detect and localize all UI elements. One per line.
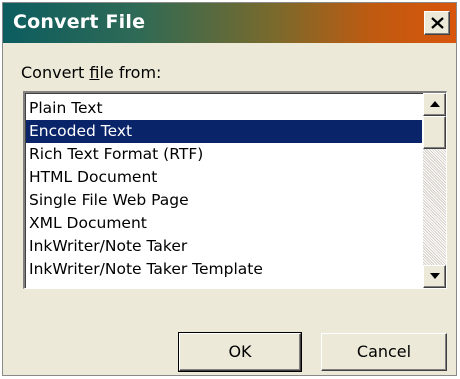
scroll-up-button[interactable] bbox=[423, 93, 446, 116]
list-item-selected[interactable]: Encoded Text bbox=[26, 120, 422, 143]
file-format-listbox[interactable]: Plain Text Encoded Text Rich Text Format (… bbox=[23, 91, 447, 289]
scroll-down-button[interactable] bbox=[423, 265, 446, 288]
convert-file-dialog: Convert File Convert file from: Plain Te… bbox=[2, 2, 457, 376]
arrow-up-icon bbox=[430, 101, 440, 107]
convert-from-label: Convert file from: bbox=[21, 63, 161, 82]
label-suffix: ile from: bbox=[99, 63, 162, 82]
list-item[interactable]: InkWriter/Note Taker Template bbox=[26, 258, 422, 281]
arrow-down-icon bbox=[430, 273, 440, 279]
cancel-button[interactable]: Cancel bbox=[321, 333, 447, 371]
list-item[interactable]: Rich Text Format (RTF) bbox=[26, 143, 422, 166]
ok-button[interactable]: OK bbox=[179, 333, 301, 371]
close-button[interactable] bbox=[424, 11, 450, 35]
vertical-scrollbar[interactable] bbox=[423, 93, 446, 288]
list-item[interactable]: InkWriter/Note Taker bbox=[26, 235, 422, 258]
access-key-letter: f bbox=[89, 63, 100, 82]
scroll-thumb[interactable] bbox=[423, 116, 446, 149]
format-list: Plain Text Encoded Text Rich Text Format (… bbox=[26, 97, 422, 281]
list-item[interactable]: HTML Document bbox=[26, 166, 422, 189]
list-item[interactable]: XML Document bbox=[26, 212, 422, 235]
close-icon bbox=[431, 17, 444, 29]
list-item[interactable]: Plain Text bbox=[26, 97, 422, 120]
label-prefix: Convert bbox=[21, 63, 90, 82]
title-bar[interactable]: Convert File bbox=[3, 3, 456, 43]
list-item[interactable]: Single File Web Page bbox=[26, 189, 422, 212]
dialog-title: Convert File bbox=[13, 11, 146, 33]
